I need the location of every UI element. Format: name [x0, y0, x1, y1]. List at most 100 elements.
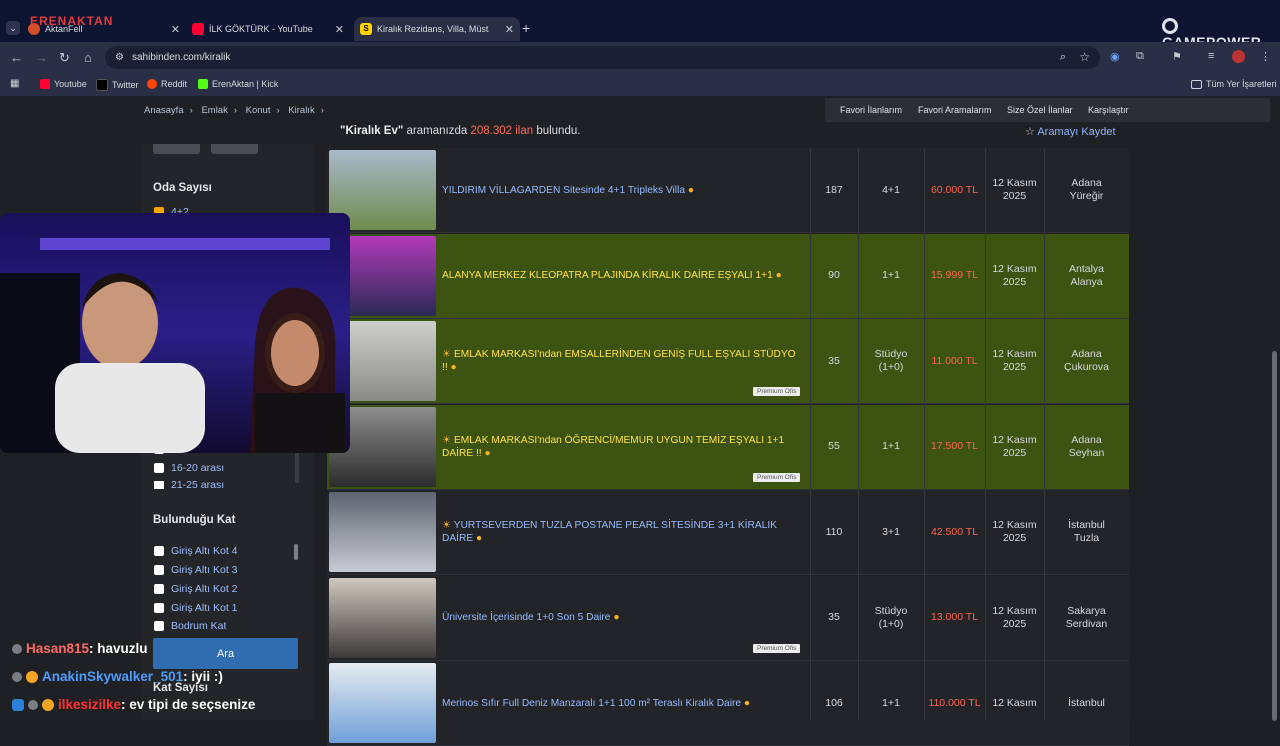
listing-m2: 106 [825, 696, 843, 709]
bookmark-youtube[interactable]: Youtube [40, 79, 87, 89]
address-url: sahibinden.com/kiralik [131, 52, 231, 63]
age-option[interactable]: 21-25 arası [154, 481, 224, 489]
chat-text: : ev tipi de seçsenize [121, 697, 256, 712]
listing-rooms: 1+1 [882, 696, 900, 709]
page-scrollbar[interactable] [1272, 351, 1277, 721]
profile-badge-icon[interactable]: ⚑ [1172, 50, 1182, 63]
cast-icon[interactable]: ◉ [1110, 50, 1120, 63]
close-tab-icon[interactable]: ✕ [171, 23, 180, 36]
site-info-icon[interactable]: ⚙ [115, 52, 124, 63]
checkbox[interactable] [154, 481, 164, 489]
floor-option[interactable]: Giriş Altı Kot 3 [154, 564, 238, 576]
new-tab-icon[interactable]: + [522, 20, 530, 36]
premium-office-badge: Premium Ofis [753, 643, 801, 653]
listing-date: 12 Kasım 2025 [992, 433, 1037, 459]
listing-row[interactable]: ☀ Merinos Sıfır Full Deniz Manzaralı 1+1… [327, 661, 1129, 746]
sahibinden-icon: S [360, 23, 372, 35]
home-icon[interactable]: ⌂ [84, 50, 92, 65]
filter-input-min[interactable] [153, 144, 200, 154]
bookmark-kick[interactable]: ErenAktan | Kick [198, 79, 278, 89]
moderator-badge-icon [12, 698, 24, 711]
listing-row[interactable]: ☀ YILDIRIM VİLLAGARDEN Sitesinde 4+1 Tri… [327, 148, 1129, 233]
compare-link[interactable]: Karşılaştır [1088, 105, 1129, 115]
breadcrumb-item[interactable]: Emlak [201, 105, 227, 116]
floor-option[interactable]: Giriş Altı Kot 1 [154, 602, 238, 614]
search-button[interactable]: Ara [153, 638, 298, 669]
listing-row[interactable]: ☀ EMLAK MARKASI'ndan EMSALLERİNDEN GENİŞ… [327, 319, 1129, 404]
tab-aktanfell[interactable]: AktanFell ✕ [28, 17, 186, 41]
favorite-listings-link[interactable]: Favori İlanlarım [840, 105, 902, 115]
bookmark-reddit[interactable]: Reddit [147, 79, 187, 89]
floor-option[interactable]: Giriş Altı Kot 4 [154, 545, 238, 557]
avatar[interactable] [1232, 50, 1245, 63]
listing-photo[interactable] [329, 492, 436, 572]
tab-label: Kiralık Rezidans, Villa, Müstakil [377, 24, 489, 34]
tab-search-icon[interactable]: ⌄ [6, 21, 20, 35]
listing-location: Antalya Alanya [1068, 262, 1105, 288]
listing-row[interactable]: ☀ EMLAK MARKASI'ndan ÖĞRENCİ/MEMUR UYGUN… [327, 404, 1129, 490]
checkbox[interactable] [154, 584, 164, 594]
favorite-searches-link[interactable]: Favori Aramalarım [918, 105, 992, 115]
listing-title[interactable]: ☀ Üniversite İçerisinde 1+0 Son 5 Daire … [442, 576, 802, 660]
browser-tab-bar: ERENAKTAN ⌄ AktanFell ✕ İLK GÖKTÜRK - Yo… [0, 0, 1280, 50]
close-tab-icon[interactable]: ✕ [335, 23, 344, 36]
all-bookmarks[interactable]: Tüm Yer İşaretleri [1191, 79, 1277, 89]
extensions-icon[interactable]: ⧉ [1136, 50, 1144, 63]
listing-title[interactable]: ☀ EMLAK MARKASI'ndan EMSALLERİNDEN GENİŞ… [442, 319, 802, 403]
checkbox[interactable] [154, 546, 164, 556]
listing-title[interactable]: ☀ Merinos Sıfır Full Deniz Manzaralı 1+1… [442, 661, 802, 745]
bookmark-star-icon[interactable]: ☆ [1079, 50, 1090, 64]
breadcrumb-item[interactable]: Konut [246, 105, 271, 116]
listing-photo[interactable] [329, 577, 436, 658]
listing-rooms: Stüdyo (1+0) [874, 604, 908, 630]
checkbox[interactable] [154, 603, 164, 613]
listing-title[interactable]: ☀ YURTSEVERDEN TUZLA POSTANE PEARL SİTES… [442, 490, 802, 574]
special-listings-link[interactable]: Size Özel İlanlar [1007, 105, 1073, 115]
close-tab-icon[interactable]: ✕ [505, 23, 514, 36]
listing-date: 12 Kasım 2025 [992, 262, 1037, 288]
tab-sahibinden[interactable]: S Kiralık Rezidans, Villa, Müstakil ✕ [354, 17, 520, 41]
breadcrumb-item[interactable]: Anasayfa [144, 105, 184, 116]
listing-location: Adana Seyhan [1068, 433, 1105, 459]
checkbox[interactable] [154, 463, 164, 473]
listing-title[interactable]: ☀ ALANYA MERKEZ KLEOPATRA PLAJINDA KİRAL… [442, 234, 802, 318]
column-divider [924, 148, 925, 720]
bookmark-twitter[interactable]: Twitter [96, 79, 139, 91]
listing-photo[interactable] [329, 663, 436, 743]
sun-icon: ☀ [442, 434, 454, 446]
zoom-icon[interactable]: ⌕ [1060, 51, 1066, 64]
chat-username: Hasan815 [26, 641, 90, 656]
tab-label: AktanFell [45, 24, 83, 34]
floor-scrollbar[interactable] [294, 544, 298, 560]
bookmarks-bar: ▦ Youtube Twitter Reddit ErenAktan | Kic… [0, 73, 1280, 96]
reload-icon[interactable]: ↻ [59, 50, 70, 66]
forward-icon[interactable]: → [35, 50, 48, 65]
premium-office-badge: Premium Ofis [753, 472, 801, 482]
address-bar[interactable]: ⚙ sahibinden.com/kiralik ⌕ ☆ [105, 46, 1100, 69]
listing-row[interactable]: ☀ Üniversite İçerisinde 1+0 Son 5 Daire … [327, 575, 1129, 661]
listing-row[interactable]: ☀ YURTSEVERDEN TUZLA POSTANE PEARL SİTES… [327, 490, 1129, 575]
back-icon[interactable]: ← [10, 50, 23, 65]
webcam-overlay [0, 213, 350, 453]
checkbox[interactable] [154, 565, 164, 575]
listing-rooms: 4+1 [882, 183, 900, 196]
age-option[interactable]: 16-20 arası [154, 462, 224, 474]
media-icon[interactable]: ≡ [1208, 50, 1214, 62]
listing-title[interactable]: ☀ EMLAK MARKASI'ndan ÖĞRENCİ/MEMUR UYGUN… [442, 405, 802, 489]
listing-row[interactable]: ☀ ALANYA MERKEZ KLEOPATRA PLAJINDA KİRAL… [327, 233, 1129, 319]
floor-option[interactable]: Giriş Altı Kot 2 [154, 583, 238, 595]
column-divider [858, 148, 859, 720]
chat-message: ilkesizilke : ev tipi de seçsenize [12, 697, 255, 712]
menu-icon[interactable]: ⋮ [1260, 50, 1271, 63]
filter-input-max[interactable] [211, 144, 258, 154]
youtube-icon [40, 79, 50, 89]
listing-location: İstanbul [1068, 696, 1105, 709]
save-search-button[interactable]: ☆ Aramayı Kaydet [1025, 125, 1116, 138]
listing-title[interactable]: ☀ YILDIRIM VİLLAGARDEN Sitesinde 4+1 Tri… [442, 148, 802, 232]
listing-date: 12 Kasım [992, 696, 1037, 709]
tab-youtube[interactable]: İLK GÖKTÜRK - YouTube ✕ [192, 17, 350, 41]
floor-option[interactable]: Bodrum Kat [154, 621, 226, 631]
breadcrumb-item[interactable]: Kiralık [288, 105, 314, 116]
apps-icon[interactable]: ▦ [10, 78, 19, 89]
checkbox[interactable] [154, 621, 164, 631]
